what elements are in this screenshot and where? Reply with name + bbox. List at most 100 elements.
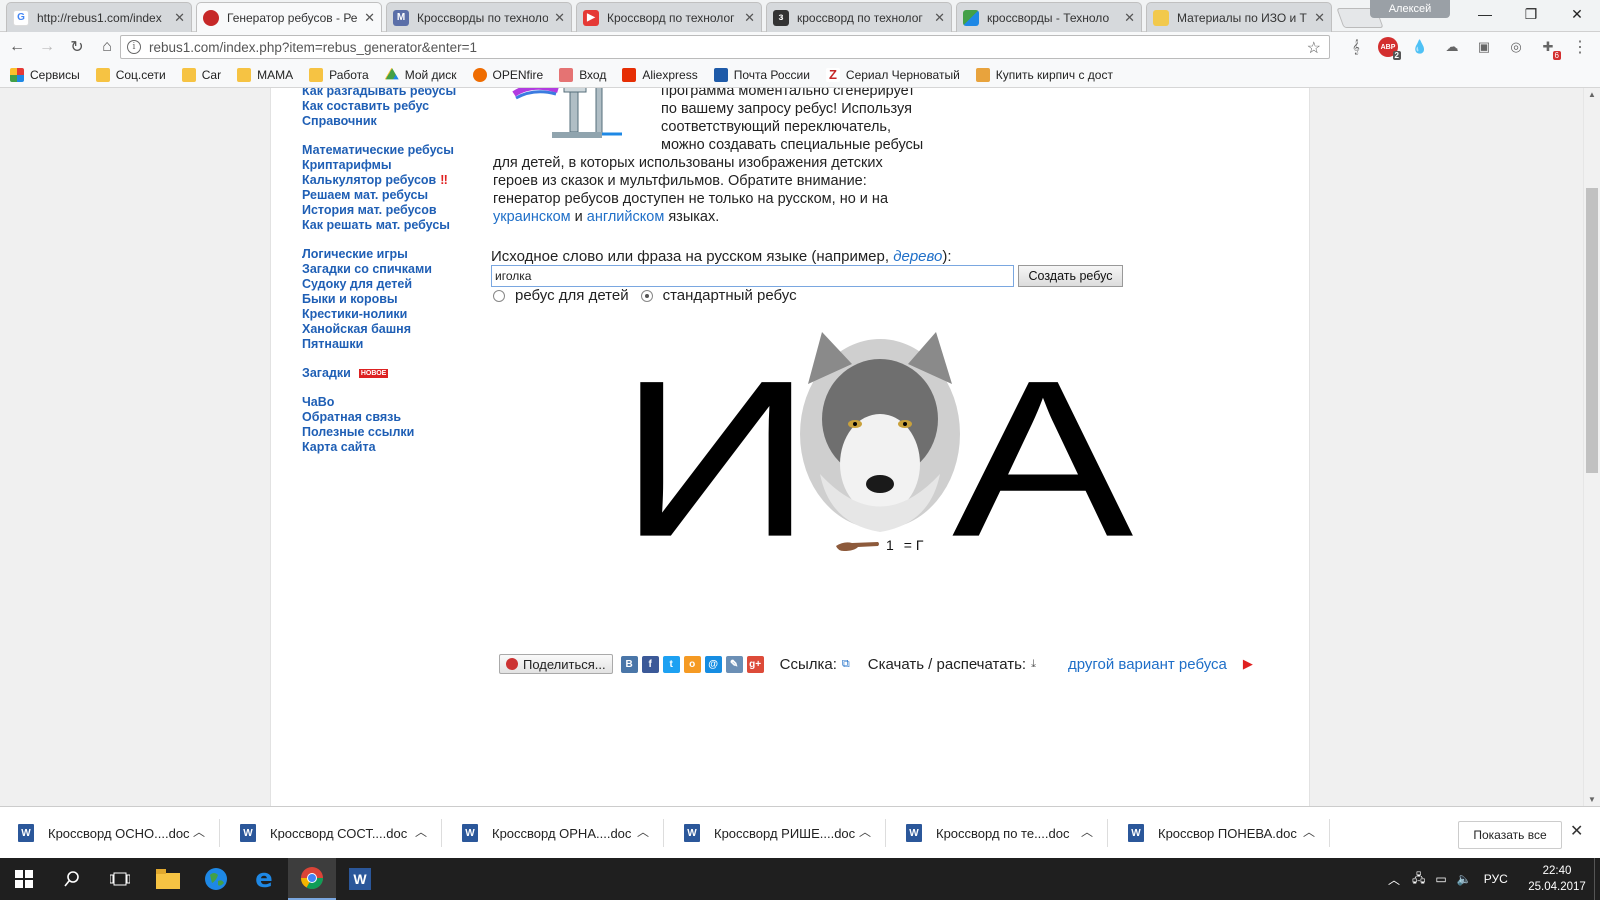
- bookmark-apps[interactable]: Сервисы: [10, 67, 80, 82]
- mailru-icon[interactable]: @: [704, 655, 722, 673]
- nav-link[interactable]: Решаем мат. ребусы: [302, 188, 482, 203]
- nav-link[interactable]: Логические игры: [302, 247, 482, 262]
- nav-link[interactable]: Крестики-нолики: [302, 307, 482, 322]
- word-input[interactable]: [491, 265, 1014, 287]
- nav-link[interactable]: Как разгадывать ребусы: [302, 88, 482, 99]
- bookmark-aliexpress[interactable]: Aliexpress: [622, 67, 698, 82]
- show-all-button[interactable]: Показать все: [1458, 821, 1562, 849]
- scroll-down-icon[interactable]: ▼: [1588, 795, 1596, 804]
- radio-kids[interactable]: [493, 289, 505, 302]
- search-icon[interactable]: [48, 858, 96, 900]
- network-icon[interactable]: 🖧: [1412, 869, 1425, 890]
- tab-5[interactable]: з кроссворд по технолог ✕: [766, 2, 952, 32]
- close-icon[interactable]: ✕: [1570, 821, 1583, 841]
- odnoklassniki-icon[interactable]: о: [683, 655, 701, 673]
- nav-link[interactable]: Судоку для детей: [302, 277, 482, 292]
- chevron-up-icon[interactable]: ︿: [637, 823, 649, 840]
- chevron-up-icon[interactable]: ︿: [1081, 823, 1093, 840]
- bookmark-folder[interactable]: Соц.сети: [95, 67, 166, 82]
- tab-7[interactable]: Материалы по ИЗО и Т ✕: [1146, 2, 1332, 32]
- bookmark-folder[interactable]: МАМА: [237, 67, 293, 82]
- close-icon[interactable]: ✕: [934, 10, 945, 26]
- minimize-icon[interactable]: —: [1462, 0, 1508, 28]
- adblock-icon[interactable]: ABP 2: [1378, 37, 1401, 60]
- home-icon[interactable]: ⌂: [94, 34, 120, 60]
- address-bar[interactable]: i rebus1.com/index.php?item=rebus_genera…: [120, 35, 1330, 59]
- nav-link[interactable]: Карта сайта: [302, 440, 482, 455]
- nav-link[interactable]: Обратная связь: [302, 410, 482, 425]
- bookmark-folder[interactable]: Car: [181, 67, 221, 82]
- bookmark-login[interactable]: Вход: [559, 67, 606, 82]
- radio-standard[interactable]: [640, 289, 653, 302]
- livejournal-icon[interactable]: ✎: [725, 655, 743, 673]
- ukrainian-link[interactable]: украинском: [493, 209, 571, 225]
- nav-link[interactable]: История мат. ребусов: [302, 203, 482, 218]
- bookmark-drive[interactable]: Мой диск: [384, 67, 457, 82]
- scroll-thumb[interactable]: [1586, 188, 1598, 473]
- battery-icon[interactable]: ▭: [1435, 872, 1446, 886]
- edge-icon[interactable]: e: [240, 858, 288, 900]
- nav-link[interactable]: Математические ребусы: [302, 143, 482, 158]
- example-word[interactable]: дерево: [893, 248, 942, 265]
- nav-link[interactable]: Как решать мат. ребусы: [302, 218, 482, 233]
- english-link[interactable]: английском: [587, 209, 665, 225]
- bookmark-serial[interactable]: Z Сериал Черноватый: [825, 67, 960, 82]
- download-item[interactable]: W Кроссворд по те....doc ︿: [888, 819, 1108, 847]
- chevron-up-icon[interactable]: ︿: [1388, 871, 1400, 888]
- page-scrollbar[interactable]: ▲ ▼: [1583, 88, 1600, 806]
- download-item[interactable]: W Кроссворд СОСТ....doc ︿: [222, 819, 442, 847]
- forward-icon[interactable]: →: [34, 34, 60, 60]
- task-view-icon[interactable]: [96, 858, 144, 900]
- tab-2[interactable]: Генератор ребусов - Ре ✕: [196, 2, 382, 32]
- close-icon[interactable]: ✕: [1124, 10, 1135, 26]
- nav-link[interactable]: Справочник: [302, 114, 482, 129]
- maximize-icon[interactable]: ❐: [1508, 0, 1554, 28]
- radio-kids-label[interactable]: ребус для детей: [515, 287, 629, 304]
- clock[interactable]: 22:40 25.04.2017: [1524, 863, 1590, 895]
- bookmark-folder[interactable]: Работа: [309, 67, 369, 82]
- profile-name[interactable]: Алексей: [1370, 0, 1450, 18]
- show-desktop-button[interactable]: [1594, 858, 1600, 900]
- nav-link[interactable]: Как составить ребус: [302, 99, 482, 114]
- nav-link[interactable]: Быки и коровы: [302, 292, 482, 307]
- radio-standard-label[interactable]: стандартный ребус: [663, 287, 797, 304]
- box-icon[interactable]: ▣: [1474, 37, 1494, 57]
- bookmark-brick[interactable]: Купить кирпич с дост: [975, 67, 1113, 82]
- nav-link[interactable]: Ханойская башня: [302, 322, 482, 337]
- scroll-up-icon[interactable]: ▲: [1588, 90, 1596, 99]
- nav-link[interactable]: Пятнашки: [302, 337, 482, 352]
- menu-icon[interactable]: ⋮: [1570, 37, 1590, 57]
- twitter-icon[interactable]: t: [662, 655, 680, 673]
- nav-link-riddles[interactable]: Загадки НОВОЕ: [302, 366, 482, 381]
- nav-link[interactable]: ЧаВо: [302, 395, 482, 410]
- file-explorer-icon[interactable]: [144, 858, 192, 900]
- cloud-icon[interactable]: ☁: [1442, 37, 1462, 57]
- next-arrow-icon[interactable]: ▶: [1243, 656, 1253, 672]
- chrome-icon[interactable]: [288, 858, 336, 900]
- language-indicator[interactable]: РУС: [1484, 872, 1508, 886]
- clef-icon[interactable]: 𝄞: [1346, 37, 1366, 57]
- bookmark-openfire[interactable]: OPENfire: [472, 67, 543, 82]
- chevron-up-icon[interactable]: ︿: [1303, 823, 1315, 840]
- volume-icon[interactable]: 🔈: [1457, 872, 1472, 886]
- download-item[interactable]: W Кроссворд ОРНА....doc ︿: [444, 819, 664, 847]
- tab-1[interactable]: G http://rebus1.com/index ✕: [6, 2, 192, 32]
- puzzle-icon[interactable]: ✚ 6: [1538, 37, 1561, 60]
- tab-6[interactable]: кроссворды - Техноло ✕: [956, 2, 1142, 32]
- bookmark-star-icon[interactable]: ☆: [1307, 38, 1321, 58]
- share-button[interactable]: Поделиться...: [499, 654, 613, 674]
- bookmark-russian-post[interactable]: Почта России: [713, 67, 810, 82]
- windows-start-icon[interactable]: [0, 858, 48, 900]
- info-icon[interactable]: i: [127, 40, 141, 54]
- nav-link[interactable]: Криптарифмы: [302, 158, 482, 173]
- vk-icon[interactable]: В: [620, 655, 638, 673]
- close-icon[interactable]: ✕: [554, 10, 565, 26]
- reload-icon[interactable]: ↻: [64, 34, 90, 60]
- chevron-up-icon[interactable]: ︿: [859, 823, 871, 840]
- globe-icon[interactable]: ◎: [1506, 37, 1526, 57]
- nav-link[interactable]: Полезные ссылки: [302, 425, 482, 440]
- download-item[interactable]: W Кроссворд ОСНО....doc ︿: [0, 819, 220, 847]
- globe-icon[interactable]: [192, 858, 240, 900]
- tab-3[interactable]: M Кроссворды по техноло ✕: [386, 2, 572, 32]
- close-icon[interactable]: ✕: [364, 10, 375, 26]
